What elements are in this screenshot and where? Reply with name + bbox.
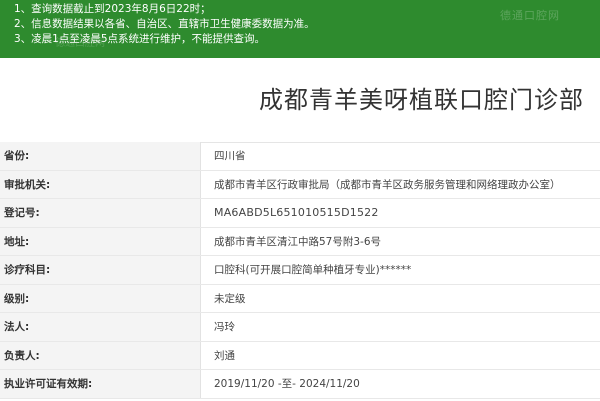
row-value: MA6ABD5L651010515D1522 — [214, 206, 379, 220]
table-row-approval-authority: 审批机关: 成都市青羊区行政审批局（成都市青羊区政务服务管理和网络理政办公室） — [0, 170, 600, 199]
row-label: 级别: — [0, 284, 201, 312]
table-row-registration-number: 登记号: MA6ABD5L651010515D1522 — [0, 199, 600, 228]
table-row-legal-person: 法人: 冯玲 — [0, 313, 600, 342]
row-value: 未定级 — [214, 292, 246, 305]
row-label: 执业许可证有效期: — [0, 370, 201, 398]
info-table: 省份: 四川省 审批机关: 成都市青羊区行政审批局（成都市青羊区政务服务管理和网… — [0, 142, 600, 399]
row-value: 四川省 — [214, 150, 246, 163]
row-value: 刘通 — [214, 349, 235, 362]
table-row-treatment-subjects: 诊疗科目: 口腔科(可开展口腔简单种植牙专业)****** — [0, 256, 600, 285]
row-label: 地址: — [0, 227, 201, 255]
notice-banner: 1、查询数据截止到2023年8月6日22时； 2、信息数据结果以各省、自治区、直… — [0, 0, 600, 58]
row-value: 冯玲 — [214, 321, 235, 334]
row-value: 口腔科(可开展口腔简单种植牙专业)****** — [214, 264, 412, 277]
watermark-secondary: 德通口腔网 — [55, 38, 105, 49]
row-value: 成都市青羊区清江中路57号附3-6号 — [214, 235, 382, 248]
row-label: 登记号: — [0, 199, 201, 227]
table-row-province: 省份: 四川省 — [0, 142, 600, 171]
title-band: 成都青羊美呀植联口腔门诊部 — [0, 58, 600, 143]
page-title: 成都青羊美呀植联口腔门诊部 — [259, 86, 584, 114]
row-label: 诊疗科目: — [0, 256, 201, 284]
watermark: 德通口腔网 — [500, 9, 560, 22]
row-label: 法人: — [0, 313, 201, 341]
table-row-level: 级别: 未定级 — [0, 284, 600, 313]
table-row-address: 地址: 成都市青羊区清江中路57号附3-6号 — [0, 227, 600, 256]
table-row-license-validity: 执业许可证有效期: 2019/11/20 -至- 2024/11/20 — [0, 370, 600, 399]
row-value: 成都市青羊区行政审批局（成都市青羊区政务服务管理和网络理政办公室） — [214, 178, 561, 191]
row-label: 负责人: — [0, 341, 201, 369]
row-value: 2019/11/20 -至- 2024/11/20 — [214, 378, 360, 391]
row-label: 省份: — [0, 142, 201, 170]
table-row-person-in-charge: 负责人: 刘通 — [0, 341, 600, 370]
row-label: 审批机关: — [0, 170, 201, 198]
